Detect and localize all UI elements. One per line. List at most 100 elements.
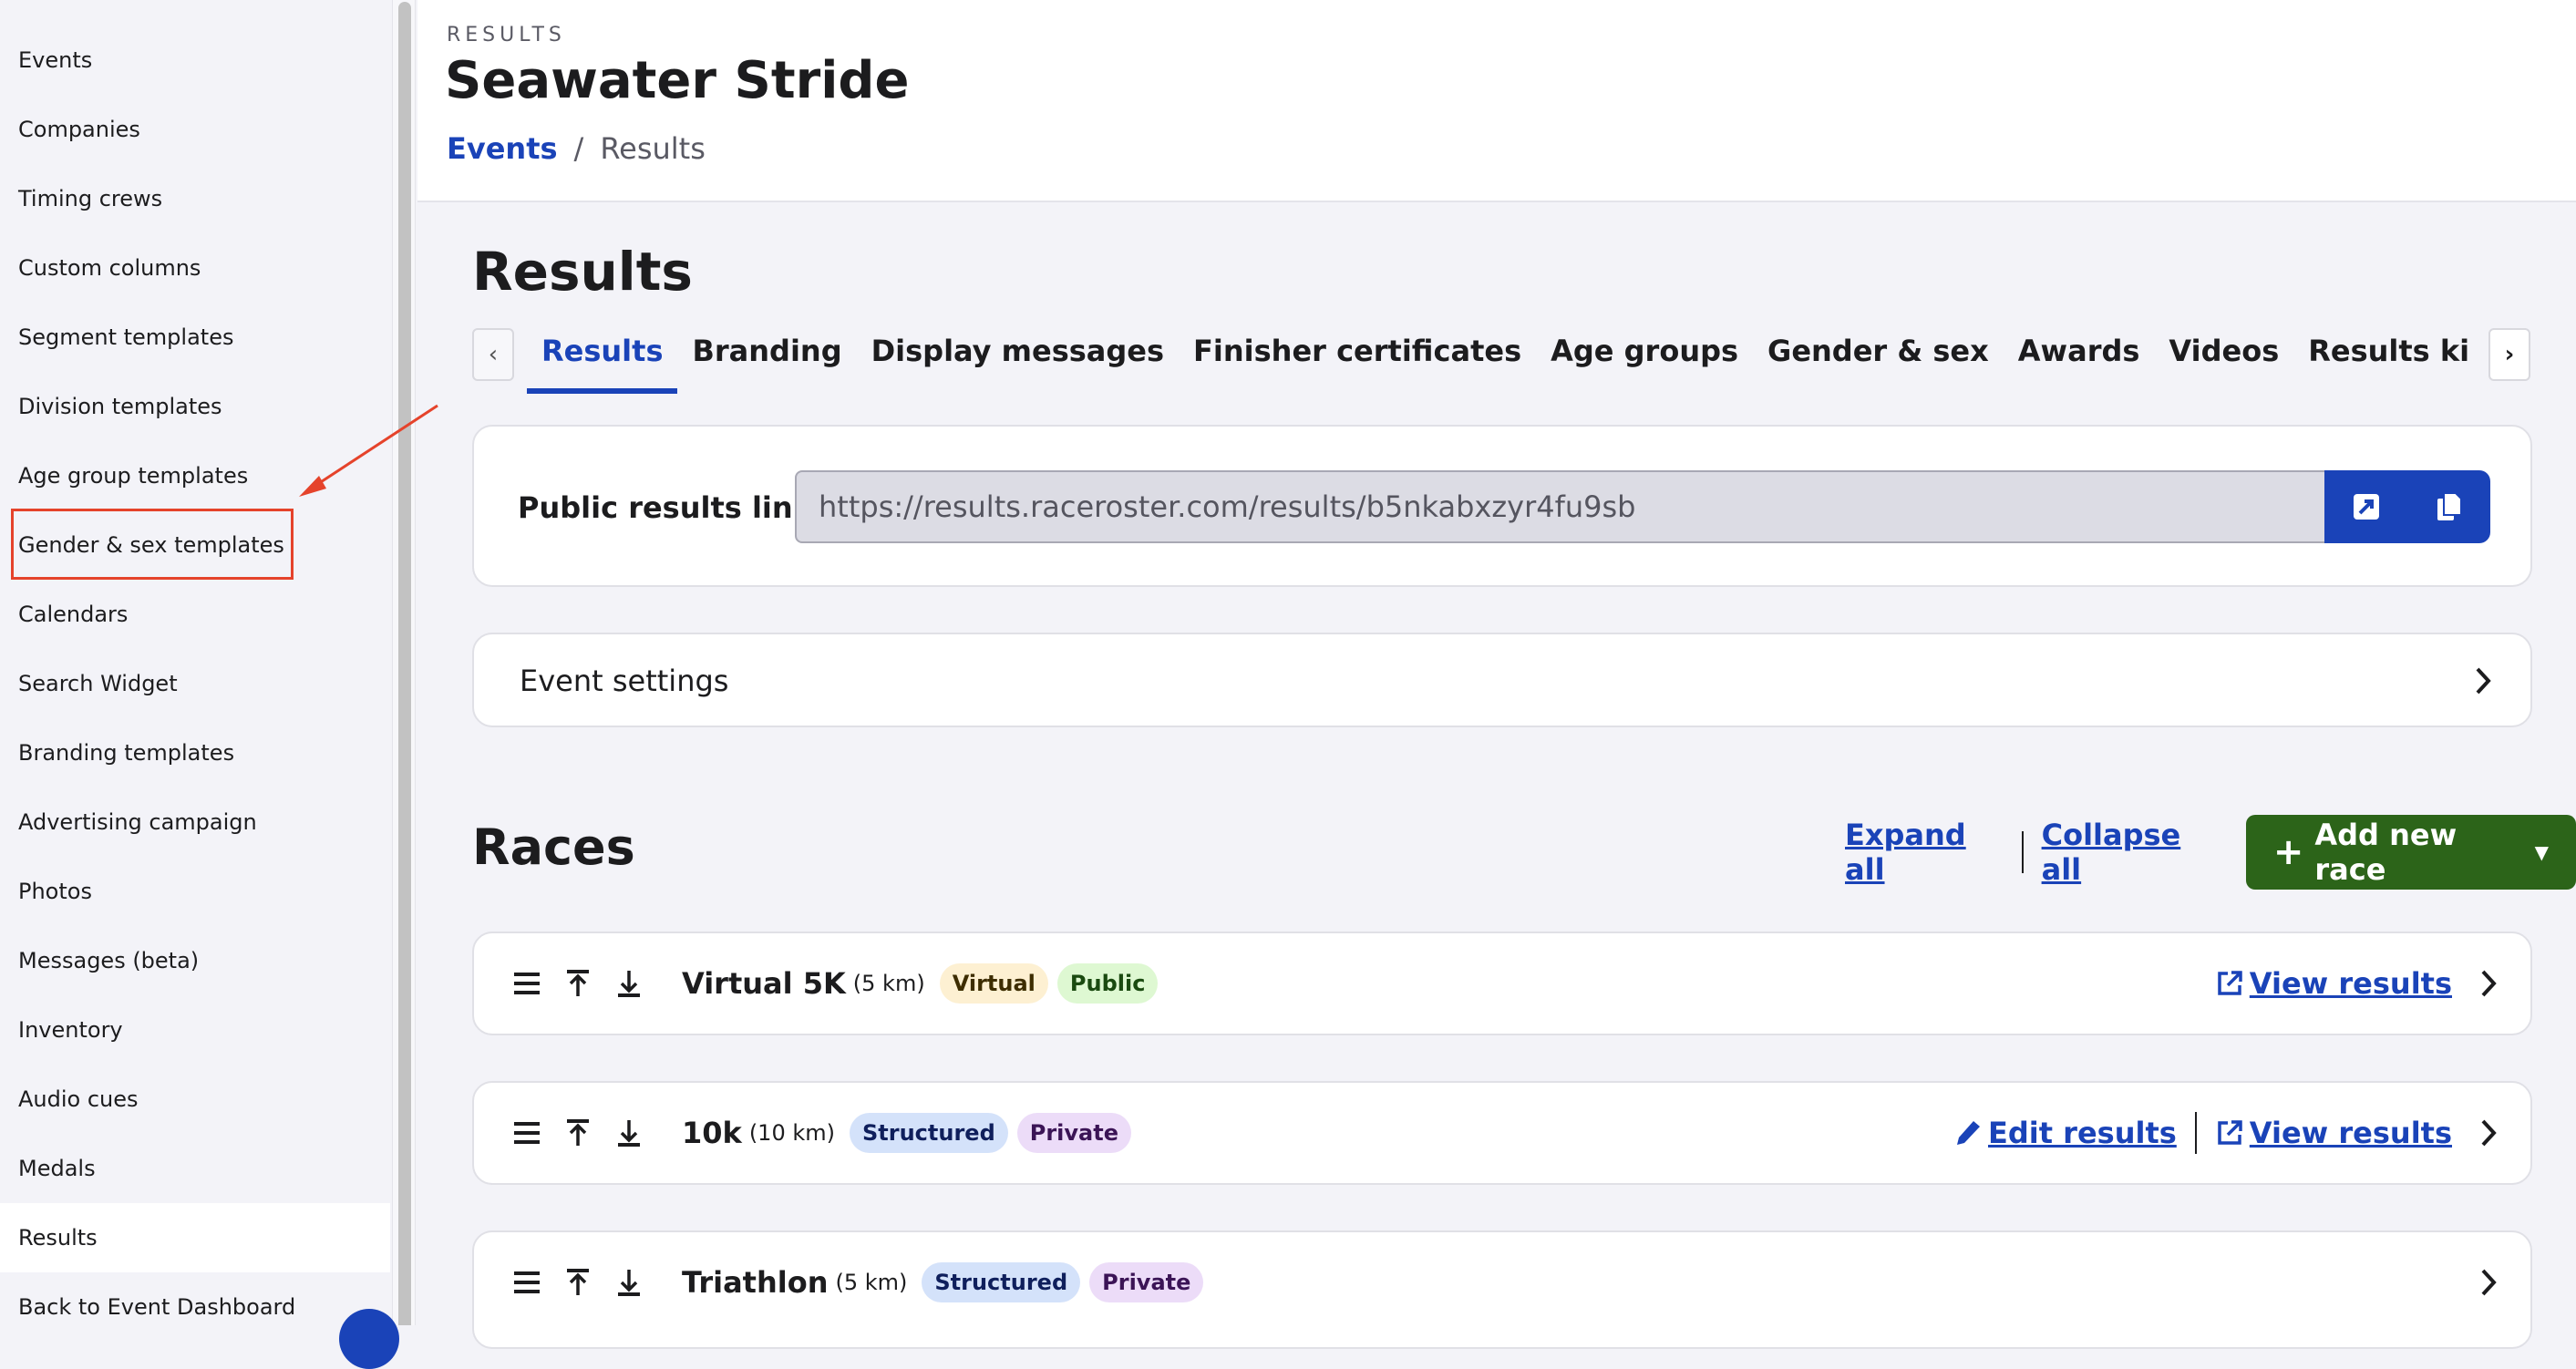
- scrollbar-thumb[interactable]: [398, 2, 411, 1325]
- races-title: Races: [472, 818, 635, 876]
- drag-handle-icon[interactable]: [501, 972, 552, 995]
- sidebar-item-custom-columns[interactable]: Custom columns: [0, 233, 390, 303]
- expand-all-link[interactable]: Expand all: [1845, 818, 2004, 887]
- race-distance: (5 km): [852, 971, 925, 996]
- external-link-icon: [2218, 1120, 2242, 1145]
- sidebar-item-messages[interactable]: Messages (beta): [0, 926, 390, 995]
- divider: [2194, 1112, 2197, 1154]
- status-badge: Private: [1089, 1262, 1204, 1302]
- tabs-scroll-right-button[interactable]: ›: [2488, 328, 2530, 381]
- tab-finisher-certificates[interactable]: Finisher certificates: [1179, 324, 1536, 394]
- view-results-link[interactable]: View results: [2215, 1116, 2452, 1150]
- copy-link-button[interactable]: [2407, 470, 2490, 543]
- tab-branding[interactable]: Branding: [677, 324, 856, 394]
- status-badge: Structured: [849, 1113, 1008, 1153]
- public-link-actions: [2324, 470, 2490, 543]
- sidebar-item-label: Age group templates: [18, 463, 249, 489]
- sidebar-item-medals[interactable]: Medals: [0, 1134, 390, 1203]
- sidebar-item-label: Segment templates: [18, 324, 234, 350]
- open-link-button[interactable]: [2324, 470, 2407, 543]
- race-row-triathlon[interactable]: Triathlon (5 km) Structured Private: [472, 1230, 2532, 1349]
- tab-results-kiosk[interactable]: Results kiosk: [2293, 324, 2468, 394]
- public-results-link-card: Public results link https://results.race…: [472, 425, 2532, 587]
- sidebar-item-back-to-dashboard[interactable]: Back to Event Dashboard: [0, 1272, 390, 1342]
- page-header: RESULTS Seawater Stride Events / Results: [417, 0, 2576, 202]
- move-to-bottom-icon[interactable]: [603, 1119, 654, 1147]
- results-tabs: ‹ Results Branding Display messages Fini…: [472, 324, 2532, 394]
- sidebar-item-results[interactable]: Results: [0, 1203, 390, 1272]
- sidebar-item-segment-templates[interactable]: Segment templates: [0, 303, 390, 372]
- race-name: Triathlon: [682, 1265, 829, 1300]
- sidebar-item-branding-templates[interactable]: Branding templates: [0, 718, 390, 787]
- sidebar-item-label: Companies: [18, 117, 140, 142]
- sidebar-item-label: Photos: [18, 879, 92, 904]
- move-to-top-icon[interactable]: [552, 1269, 603, 1296]
- sidebar-item-audio-cues[interactable]: Audio cues: [0, 1065, 390, 1134]
- edit-results-link[interactable]: Edit results: [1953, 1116, 2177, 1150]
- tab-age-groups[interactable]: Age groups: [1536, 324, 1753, 394]
- breadcrumb-events-link[interactable]: Events: [447, 131, 558, 166]
- sidebar-item-inventory[interactable]: Inventory: [0, 995, 390, 1065]
- status-badge: Private: [1016, 1113, 1131, 1153]
- edit-results-label: Edit results: [1988, 1116, 2177, 1150]
- event-settings-card[interactable]: Event settings: [472, 633, 2532, 727]
- add-new-race-button[interactable]: + Add new race ▼: [2245, 815, 2576, 890]
- race-name: 10k: [682, 1116, 742, 1150]
- sidebar-item-timing-crews[interactable]: Timing crews: [0, 164, 390, 233]
- sidebar-item-advertising-campaign[interactable]: Advertising campaign: [0, 787, 390, 857]
- divider: [2021, 831, 2024, 873]
- sidebar-item-search-widget[interactable]: Search Widget: [0, 649, 390, 718]
- breadcrumb-current: Results: [600, 131, 706, 166]
- tab-results[interactable]: Results: [527, 324, 678, 394]
- races-actions: Expand all Collapse all + Add new race ▼: [1845, 815, 2576, 890]
- event-settings-label: Event settings: [520, 664, 729, 698]
- tab-gender-sex[interactable]: Gender & sex: [1753, 324, 2004, 394]
- view-results-label: View results: [2249, 1116, 2452, 1150]
- sidebar-item-label: Custom columns: [18, 255, 201, 281]
- sidebar-item-label: Branding templates: [18, 740, 235, 766]
- sidebar-item-gender-sex-templates[interactable]: Gender & sex templates: [0, 510, 390, 580]
- pencil-icon: [1957, 1121, 1980, 1145]
- tabs-scroll-left-button[interactable]: ‹: [472, 328, 514, 381]
- external-link-icon: [2218, 971, 2242, 995]
- tab-strip: Results Branding Display messages Finish…: [527, 324, 2468, 394]
- breadcrumb-separator: /: [573, 131, 584, 166]
- chevron-right-icon[interactable]: [2479, 1267, 2498, 1298]
- chevron-right-icon[interactable]: [2479, 1117, 2498, 1148]
- sidebar-item-age-group-templates[interactable]: Age group templates: [0, 441, 390, 510]
- sidebar-item-label: Timing crews: [18, 186, 163, 211]
- race-name: Virtual 5K: [682, 966, 846, 1001]
- sidebar-item-events[interactable]: Events: [0, 26, 390, 95]
- sidebar-item-label: Back to Event Dashboard: [18, 1294, 296, 1320]
- help-fab-button[interactable]: [339, 1309, 399, 1369]
- chevron-right-icon[interactable]: [2479, 968, 2498, 999]
- public-results-link-field[interactable]: https://results.raceroster.com/results/b…: [795, 470, 2326, 543]
- chevron-left-icon: ‹: [488, 341, 499, 368]
- move-to-bottom-icon[interactable]: [603, 1269, 654, 1296]
- external-link-icon: [2353, 494, 2379, 520]
- add-new-race-label: Add new race: [2314, 818, 2458, 887]
- sidebar-scrollbar[interactable]: [392, 0, 416, 1325]
- race-row-virtual-5k[interactable]: Virtual 5K (5 km) Virtual Public View re…: [472, 932, 2532, 1035]
- drag-handle-icon[interactable]: [501, 1271, 552, 1294]
- view-results-link[interactable]: View results: [2215, 966, 2452, 1001]
- sidebar-item-label: Search Widget: [18, 671, 178, 696]
- sidebar-item-division-templates[interactable]: Division templates: [0, 372, 390, 441]
- move-to-top-icon[interactable]: [552, 1119, 603, 1147]
- status-badge: Public: [1056, 963, 1159, 1004]
- tab-awards[interactable]: Awards: [2004, 324, 2155, 394]
- sidebar-item-label: Events: [18, 47, 93, 73]
- page-eyebrow: RESULTS: [447, 24, 566, 46]
- sidebar-item-calendars[interactable]: Calendars: [0, 580, 390, 649]
- race-distance: (10 km): [748, 1120, 835, 1146]
- race-row-10k[interactable]: 10k (10 km) Structured Private Edit resu…: [472, 1081, 2532, 1185]
- tab-display-messages[interactable]: Display messages: [857, 324, 1179, 394]
- tab-videos[interactable]: Videos: [2154, 324, 2293, 394]
- sidebar-item-companies[interactable]: Companies: [0, 95, 390, 164]
- sidebar-item-photos[interactable]: Photos: [0, 857, 390, 926]
- move-to-top-icon[interactable]: [552, 970, 603, 997]
- move-to-bottom-icon[interactable]: [603, 970, 654, 997]
- drag-handle-icon[interactable]: [501, 1121, 552, 1145]
- results-section-title: Results: [472, 241, 693, 303]
- collapse-all-link[interactable]: Collapse all: [2042, 818, 2217, 887]
